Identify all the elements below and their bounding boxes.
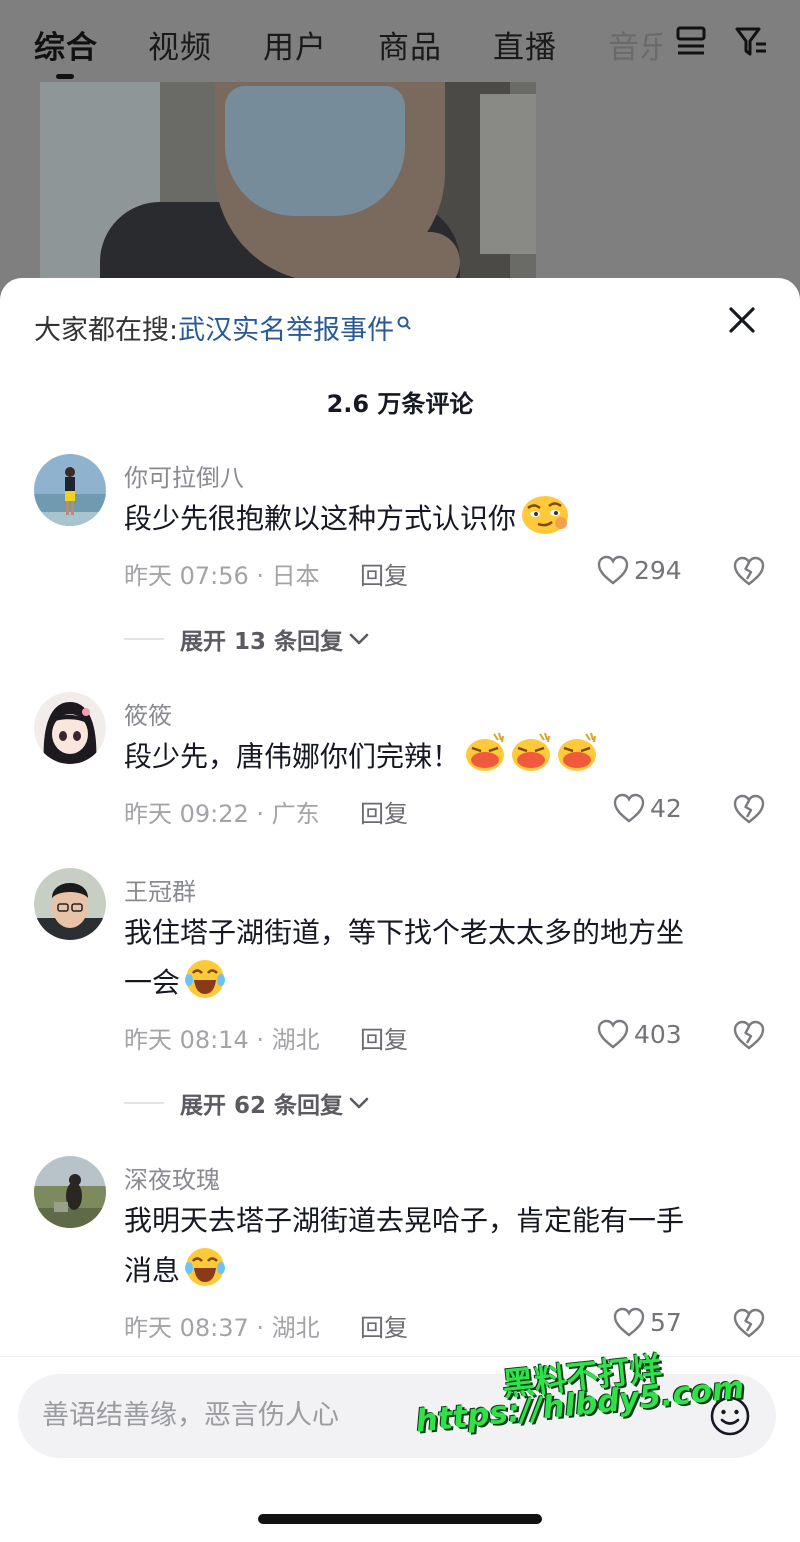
comment-text: 我住塔子湖街道，等下找个老太太多的地方坐 一会: [124, 908, 754, 1008]
broken-heart-icon[interactable]: [732, 792, 766, 826]
heart-icon: [597, 1019, 629, 1049]
tab-music[interactable]: 音乐: [608, 22, 662, 67]
close-icon[interactable]: [722, 300, 762, 340]
comment-sheet: 大家都在搜:武汉实名举报事件 2.6 万条评论 你可拉倒八 段少先很抱歉以这种方…: [0, 278, 800, 1542]
trending-search-link[interactable]: 武汉实名举报事件: [178, 315, 394, 346]
angry-emoji-icon: [558, 732, 597, 771]
expand-replies-label: 展开 13 条回复: [180, 629, 344, 655]
heart-icon: [613, 793, 645, 823]
comment-text-line-2: 消息: [124, 1246, 754, 1296]
chevron-down-icon: [349, 1097, 369, 1109]
angry-emoji-icon: [512, 732, 551, 771]
reply-button[interactable]: 回复: [360, 556, 408, 591]
crying-laughing-emoji-icon: [185, 1248, 226, 1286]
crying-laughing-emoji-icon: [185, 960, 226, 998]
watermark: 黑料不打烊 https://hlbdy5.com: [414, 1349, 784, 1470]
comment-text-line: 消息: [124, 1254, 181, 1287]
comment-text-line-2: 一会: [124, 958, 754, 1008]
reply-button[interactable]: 回复: [360, 1020, 408, 1055]
active-tab-indicator: [56, 74, 74, 79]
avatar[interactable]: [34, 454, 106, 526]
comment-text-body: 段少先，唐伟娜你们完辣！: [124, 740, 461, 773]
reply-button[interactable]: 回复: [360, 794, 408, 829]
comment-time-location: 昨天 08:14 · 湖北: [124, 1026, 320, 1054]
like-count: 57: [650, 1307, 682, 1337]
tab-products[interactable]: 商品: [378, 22, 442, 67]
comment-username[interactable]: 你可拉倒八: [124, 458, 244, 493]
comment-time-location: 昨天 08:37 · 湖北: [124, 1314, 320, 1342]
expand-replies-button[interactable]: 展开 62 条回复: [124, 1088, 371, 1119]
comment-count: 2.6 万条评论: [326, 390, 474, 418]
tab-comprehensive[interactable]: 综合: [34, 22, 98, 67]
comment-username[interactable]: 深夜玫瑰: [124, 1160, 220, 1195]
divider: [0, 1356, 800, 1357]
like-count: 403: [634, 1019, 682, 1049]
like-count: 42: [650, 793, 682, 823]
angry-emoji-icon: [466, 732, 505, 771]
comment-text: 我明天去塔子湖街道去晃哈子，肯定能有一手 消息: [124, 1196, 754, 1296]
expand-replies-label: 展开 62 条回复: [180, 1093, 344, 1119]
comment-text-line: 一会: [124, 966, 181, 999]
trending-search: 大家都在搜:武汉实名举报事件: [34, 308, 412, 347]
comment-text-line: 我明天去塔子湖街道去晃哈子，肯定能有一手: [124, 1204, 685, 1237]
like-button[interactable]: 294: [596, 552, 682, 588]
trending-search-label: 大家都在搜:: [34, 315, 179, 346]
reply-button[interactable]: 回复: [360, 1308, 408, 1343]
avatar[interactable]: [34, 1156, 106, 1228]
list-icon[interactable]: [674, 24, 708, 58]
expand-replies-button[interactable]: 展开 13 条回复: [124, 624, 371, 655]
comment-text-line: 我住塔子湖街道，等下找个老太太多的地方坐: [124, 916, 685, 949]
heart-icon: [597, 555, 629, 585]
tab-users[interactable]: 用户: [263, 22, 327, 67]
comment-text: 段少先，唐伟娜你们完辣！: [124, 732, 754, 782]
like-button[interactable]: 403: [596, 1016, 682, 1052]
like-button[interactable]: 42: [612, 790, 682, 826]
comment-time-location: 昨天 09:22 · 广东: [124, 800, 320, 828]
broken-heart-icon[interactable]: [732, 1306, 766, 1340]
video-thumbnail[interactable]: [40, 82, 536, 282]
comment-text: 段少先很抱歉以这种方式认识你: [124, 494, 754, 544]
like-count: 294: [634, 555, 682, 585]
like-button[interactable]: 57: [612, 1304, 682, 1340]
home-indicator[interactable]: [258, 1514, 542, 1524]
comment-text-body: 段少先很抱歉以这种方式认识你: [124, 502, 517, 535]
search-tab-bar: 综合 视频 用户 商品 直播 音乐: [0, 0, 800, 84]
tab-live[interactable]: 直播: [493, 22, 557, 67]
avatar[interactable]: [34, 868, 106, 940]
comment-time-location: 昨天 07:56 · 日本: [124, 562, 320, 590]
broken-heart-icon[interactable]: [732, 554, 766, 588]
search-icon: [397, 316, 411, 330]
filter-icon[interactable]: [734, 24, 768, 58]
broken-heart-icon[interactable]: [732, 1018, 766, 1052]
comment-username[interactable]: 筱筱: [124, 696, 172, 731]
comment-username[interactable]: 王冠群: [124, 872, 196, 907]
tab-video[interactable]: 视频: [148, 22, 212, 67]
chevron-down-icon: [349, 633, 369, 645]
avatar[interactable]: [34, 692, 106, 764]
heart-icon: [613, 1307, 645, 1337]
smirk-emoji-icon: [522, 496, 569, 534]
